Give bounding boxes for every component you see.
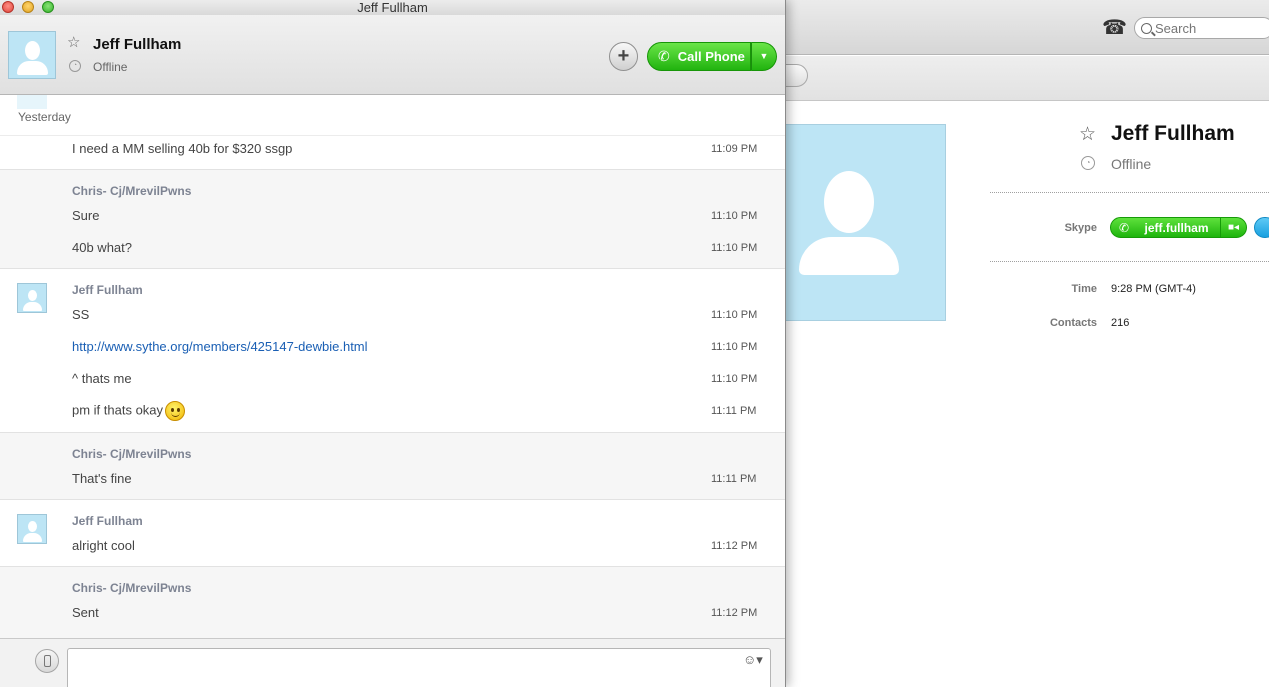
message-input[interactable]	[67, 648, 771, 687]
smiley-emoticon-icon	[165, 401, 186, 421]
message-composer: ☺▾	[0, 638, 785, 687]
message-line: I need a MM selling 40b for $320 ssgp 11…	[72, 141, 772, 161]
message-text: Sent	[72, 605, 99, 620]
contacts-label: Contacts	[1049, 317, 1097, 329]
message-time: 11:11 PM	[711, 405, 757, 417]
contacts-value: 216	[1111, 317, 1130, 329]
message-line: alright cool 11:12 PM	[72, 538, 772, 558]
message-line: 40b what? 11:10 PM	[72, 240, 772, 260]
message-time: 11:10 PM	[711, 373, 758, 385]
favorite-star-icon[interactable]: ☆	[67, 34, 80, 52]
message-line: That's fine 11:11 PM	[72, 471, 772, 491]
message-line: Sure 11:10 PM	[72, 208, 772, 228]
avatar[interactable]	[17, 283, 47, 313]
message-text: ^ thats me	[72, 371, 132, 386]
search-icon	[1141, 22, 1152, 34]
message-group: Chris- Cj/MrevilPwns That's fine 11:11 P…	[0, 433, 785, 500]
message-link[interactable]: http://www.sythe.org/members/425147-dewb…	[72, 339, 368, 354]
sender-name[interactable]: Jeff Fullham	[72, 514, 143, 528]
contact-name: Jeff Fullham	[93, 36, 182, 53]
message-text: alright cool	[72, 538, 135, 553]
phone-icon: ✆	[658, 48, 670, 64]
avatar[interactable]	[17, 514, 47, 544]
phone-icon: ✆	[1118, 220, 1130, 235]
video-call-icon[interactable]: ■◂	[1220, 218, 1246, 237]
contact-status: Offline	[93, 60, 128, 74]
skype-username: jeff.fullham	[1144, 220, 1209, 235]
message-time: 11:09 PM	[711, 143, 758, 155]
date-label: Yesterday	[18, 110, 71, 124]
message-group: I need a MM selling 40b for $320 ssgp 11…	[0, 136, 785, 170]
message-line: pm if thats okay 11:11 PM	[72, 401, 772, 421]
chat-window: Jeff Fullham ☆ Jeff Fullham ◔ Offline + …	[0, 0, 786, 687]
message-group: Jeff Fullham SS 11:10 PM http://www.syth…	[0, 269, 785, 433]
mobile-phone-icon	[44, 655, 51, 667]
time-label: Time	[1071, 283, 1097, 295]
message-text: I need a MM selling 40b for $320 ssgp	[72, 141, 293, 156]
message-time: 11:10 PM	[711, 210, 758, 222]
message-text: Sure	[72, 208, 100, 223]
message-group: Chris- Cj/MrevilPwns Sure 11:10 PM 40b w…	[0, 170, 785, 269]
sender-name[interactable]: Chris- Cj/MrevilPwns	[72, 184, 191, 198]
sender-name[interactable]: Chris- Cj/MrevilPwns	[72, 447, 191, 461]
message-text: pm if thats okay	[72, 402, 164, 418]
message-text: SS	[72, 307, 90, 322]
skype-label: Skype	[1064, 222, 1097, 234]
message-time: 11:10 PM	[711, 242, 758, 254]
message-line: Sent 11:12 PM	[72, 605, 772, 625]
sender-name[interactable]: Chris- Cj/MrevilPwns	[72, 581, 191, 595]
message-time: 11:12 PM	[711, 540, 758, 552]
search-box[interactable]	[1134, 17, 1269, 39]
skype-call-button[interactable]: ✆ jeff.fullham ■◂	[1110, 217, 1247, 238]
call-phone-label: Call Phone	[677, 49, 745, 64]
message-line: ^ thats me 11:10 PM	[72, 371, 772, 391]
time-value: 9:28 PM (GMT-4)	[1111, 283, 1196, 295]
dial-pad-phone-icon[interactable]: ☎	[1102, 17, 1127, 39]
message-text: That's fine	[72, 471, 132, 486]
divider	[990, 261, 1269, 262]
call-options-dropdown[interactable]: ▼	[751, 42, 777, 71]
search-input[interactable]	[1155, 20, 1265, 36]
profile-photo	[780, 124, 946, 321]
offline-status-icon: ◔	[69, 60, 81, 72]
avatar	[17, 95, 47, 109]
contact-avatar[interactable]	[8, 31, 56, 79]
message-group: Jeff Fullham alright cool 11:12 PM	[0, 500, 785, 567]
profile-name: Jeff Fullham	[1111, 122, 1235, 145]
message-time: 11:11 PM	[711, 473, 757, 485]
emoticon-picker-icon[interactable]: ☺▾	[743, 653, 767, 667]
message-group: Chris- Cj/MrevilPwns Sent 11:12 PM	[0, 567, 785, 638]
date-separator: Yesterday	[0, 95, 785, 136]
sender-name[interactable]: Jeff Fullham	[72, 283, 143, 297]
favorite-star-icon[interactable]: ☆	[1079, 124, 1096, 146]
message-text: 40b what?	[72, 240, 132, 255]
message-time: 11:10 PM	[711, 341, 758, 353]
message-time: 11:12 PM	[711, 607, 758, 619]
chat-bubble-button[interactable]	[1254, 217, 1269, 238]
message-time: 11:10 PM	[711, 309, 758, 321]
window-title: Jeff Fullham	[357, 0, 428, 15]
profile-status: Offline	[1111, 156, 1152, 172]
offline-status-icon: ◔	[1081, 156, 1095, 170]
message-line: http://www.sythe.org/members/425147-dewb…	[72, 339, 772, 359]
message-list[interactable]: Yesterday I need a MM selling 40b for $3…	[0, 95, 785, 638]
send-sms-button[interactable]	[35, 649, 59, 673]
message-line: SS 11:10 PM	[72, 307, 772, 327]
divider	[990, 192, 1269, 193]
conversation-header: ☆ Jeff Fullham ◔ Offline + ✆ Call Phone …	[0, 15, 785, 95]
call-phone-button[interactable]: ✆ Call Phone	[647, 42, 751, 71]
add-participants-button[interactable]: +	[609, 42, 638, 71]
